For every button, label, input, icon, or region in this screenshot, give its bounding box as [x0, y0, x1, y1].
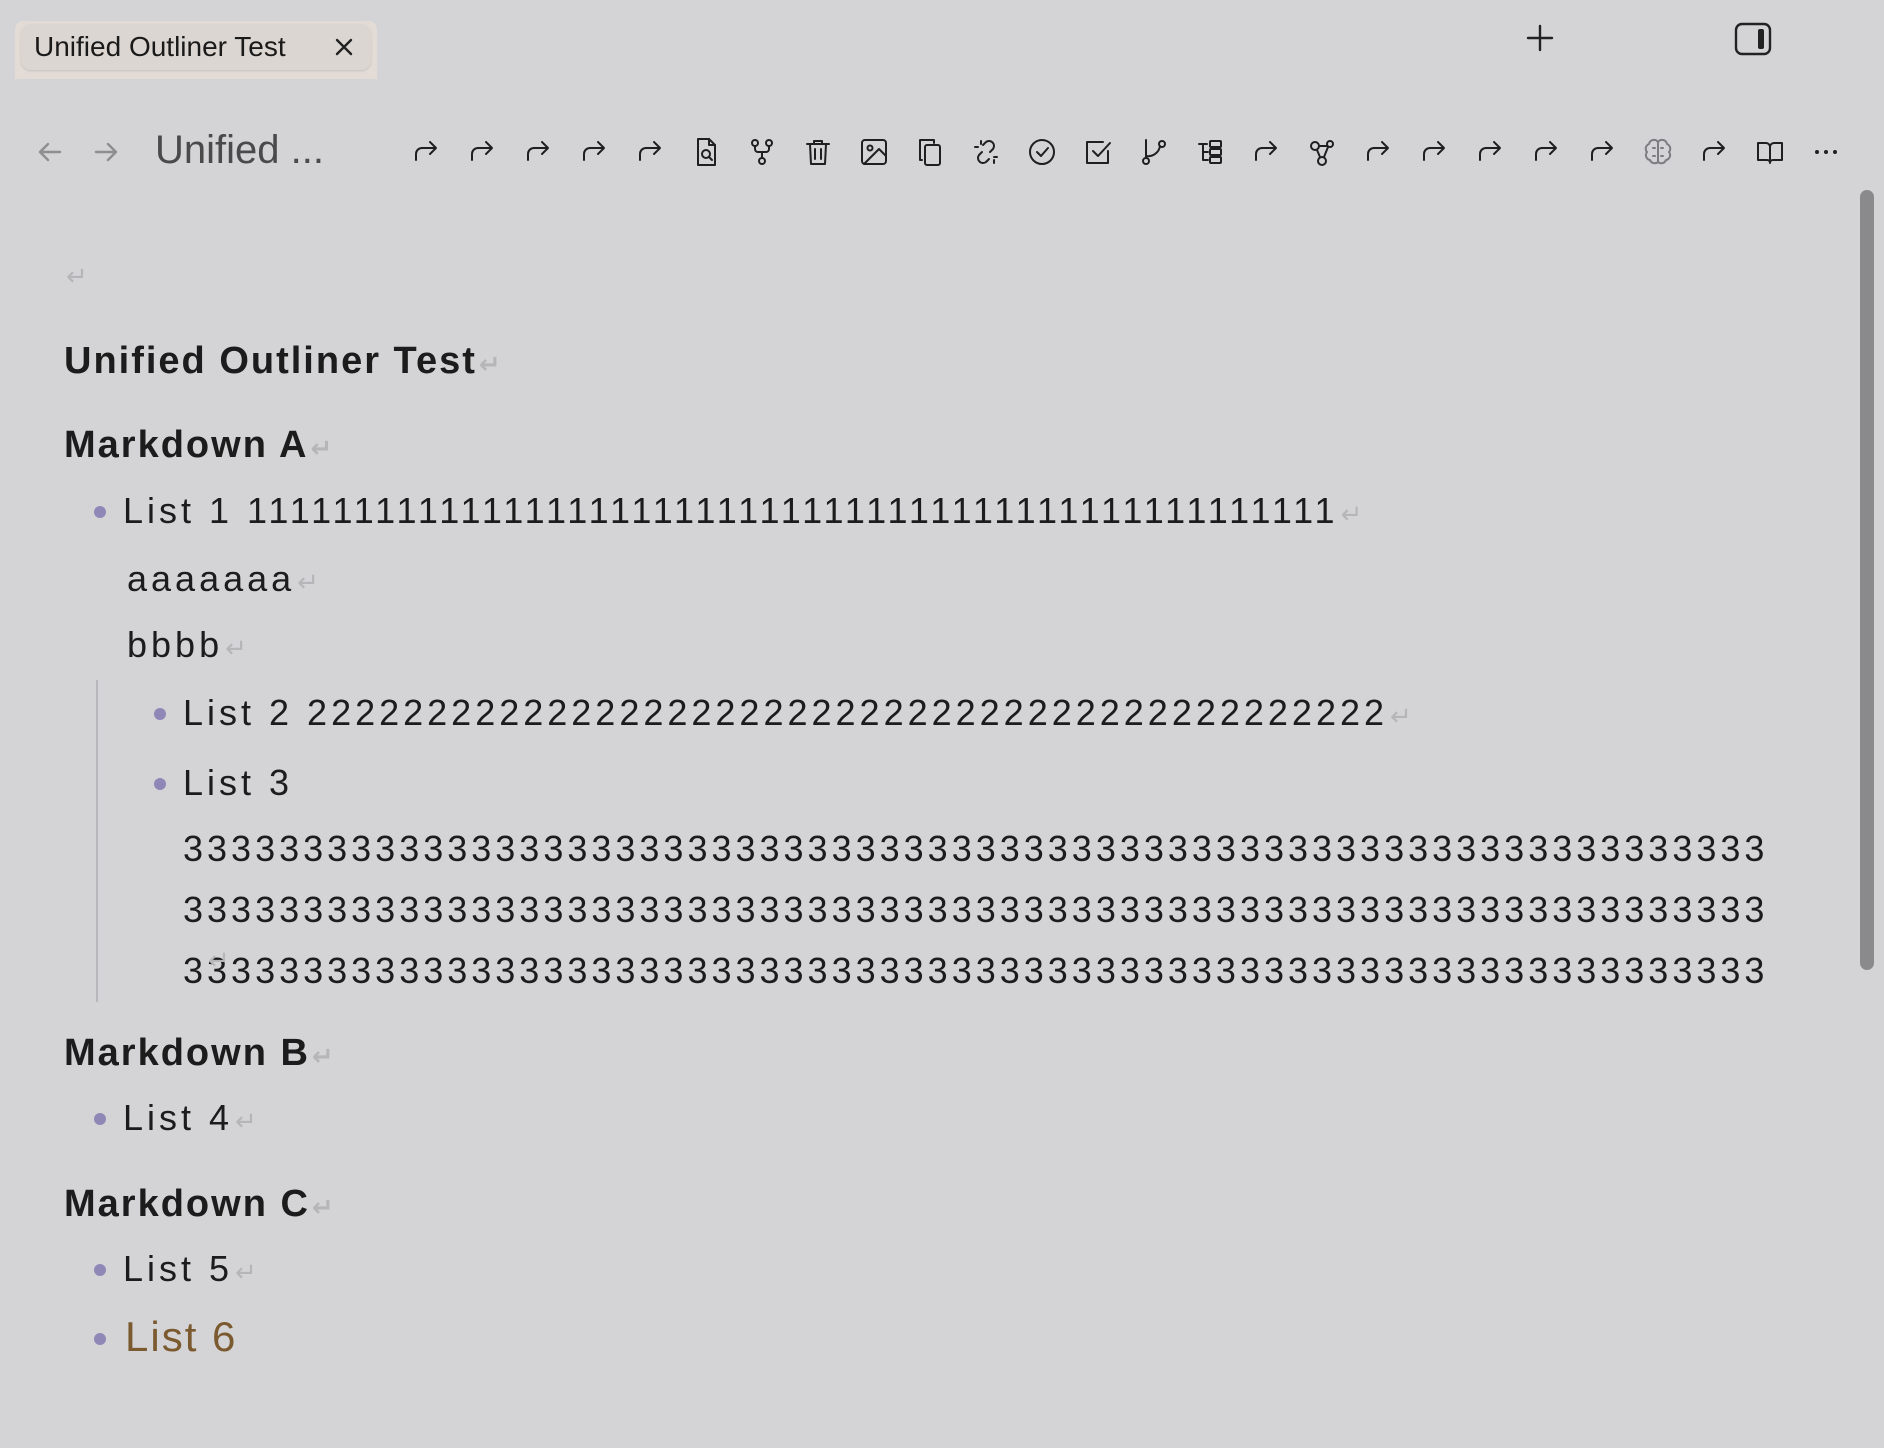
image-icon[interactable] [856, 134, 892, 170]
continuation-text: aaaaaaa [127, 558, 296, 599]
check-circle-icon[interactable] [1024, 134, 1060, 170]
return-symbol: ↵ [311, 1042, 336, 1072]
list-bullet[interactable] [94, 1333, 106, 1345]
list-item-text: 3333333333333333333333333333333333333333… [183, 828, 1769, 991]
copy-icon[interactable] [912, 134, 948, 170]
list-item-3-wrapped-text[interactable]: 3333333333333333333333333333333333333333… [183, 818, 1783, 1001]
heading-text: Markdown B [64, 1032, 310, 1074]
redo-icon[interactable] [1416, 134, 1452, 170]
scrollbar-thumb[interactable] [1860, 190, 1874, 970]
return-symbol: ↵ [225, 634, 251, 664]
plus-icon[interactable] [1524, 22, 1556, 54]
broken-link-icon[interactable] [968, 134, 1004, 170]
close-icon[interactable] [329, 32, 359, 62]
return-symbol: ↵ [235, 1258, 261, 1288]
redo-icon[interactable] [1584, 134, 1620, 170]
empty-line[interactable]: ↵ [64, 262, 88, 292]
return-symbol: ↵ [1340, 500, 1367, 530]
list-item-1[interactable]: List 1 111111111111111111111111111111111… [123, 490, 1366, 532]
list-bullet[interactable] [154, 708, 166, 720]
sidebar-toggle-icon[interactable] [1734, 22, 1772, 56]
tab-bar: Unified Outliner Test [0, 0, 1884, 80]
file-title[interactable]: Unified ... [155, 128, 324, 173]
return-symbol: ↵ [1390, 702, 1416, 732]
list-item-text: List 6 [125, 1313, 238, 1360]
title-text: Unified Outliner Test [64, 340, 477, 382]
return-symbol: ↵ [297, 568, 323, 598]
list-bullet[interactable] [94, 1264, 106, 1276]
list-item-6[interactable]: List 6 [125, 1313, 237, 1361]
heading-markdown-c[interactable]: Markdown C↵ [64, 1183, 336, 1226]
heading-text: Markdown A [64, 424, 309, 466]
more-icon[interactable] [1808, 134, 1844, 170]
list-item-text: List 2 222222222222222222222222222222222… [183, 692, 1389, 733]
heading-text: Markdown C [64, 1183, 310, 1225]
return-symbol: ↵ [310, 434, 335, 464]
heading-markdown-a[interactable]: Markdown A↵ [64, 424, 334, 467]
git-branch-icon[interactable] [1136, 134, 1172, 170]
list-bullet[interactable] [94, 1113, 106, 1125]
redo-icon[interactable] [464, 134, 500, 170]
redo-icon[interactable] [408, 134, 444, 170]
redo-icon[interactable] [1528, 134, 1564, 170]
tree-icon[interactable] [1192, 134, 1228, 170]
arrow-left-icon[interactable] [34, 136, 66, 168]
redo-icon[interactable] [520, 134, 556, 170]
check-square-icon[interactable] [1080, 134, 1116, 170]
list-bullet[interactable] [94, 506, 106, 518]
return-symbol: ↵ [478, 350, 503, 380]
redo-icon[interactable] [1472, 134, 1508, 170]
list-item-text: List 5 [123, 1248, 234, 1289]
redo-icon[interactable] [1696, 134, 1732, 170]
return-symbol: ↵ [235, 1107, 261, 1137]
trash-icon[interactable] [800, 134, 836, 170]
list-item-5[interactable]: List 5↵ [123, 1248, 261, 1290]
document-title[interactable]: Unified Outliner Test↵ [64, 340, 503, 383]
file-search-icon[interactable] [688, 134, 724, 170]
list-bullet[interactable] [154, 778, 166, 790]
return-symbol: ↵ [66, 262, 88, 292]
indent-guide[interactable] [96, 680, 98, 1002]
redo-icon[interactable] [1360, 134, 1396, 170]
list-item-text: List 1 111111111111111111111111111111111… [123, 490, 1339, 531]
book-open-icon[interactable] [1752, 134, 1788, 170]
arrow-right-icon[interactable] [90, 136, 122, 168]
list-item-3-end: ↵ [206, 946, 230, 976]
fork-icon[interactable] [744, 134, 780, 170]
continuation-text: bbbb [127, 624, 224, 665]
list-item-text: List 3 [183, 762, 294, 803]
heading-markdown-b[interactable]: Markdown B↵ [64, 1032, 336, 1075]
list-item-3[interactable]: List 3 [183, 762, 293, 804]
return-symbol: ↵ [208, 946, 230, 976]
redo-icon[interactable] [1248, 134, 1284, 170]
brain-icon[interactable] [1640, 134, 1676, 170]
tab-unified-outliner-test[interactable]: Unified Outliner Test [21, 24, 371, 70]
list-item-text: List 4 [123, 1097, 234, 1138]
list-item-4[interactable]: List 4↵ [123, 1097, 261, 1139]
list-continuation-line[interactable]: bbbb↵ [127, 624, 251, 666]
list-item-2[interactable]: List 2 222222222222222222222222222222222… [183, 692, 1416, 734]
tab-label: Unified Outliner Test [34, 31, 286, 62]
redo-icon[interactable] [632, 134, 668, 170]
graph-icon[interactable] [1304, 134, 1340, 170]
redo-icon[interactable] [576, 134, 612, 170]
return-symbol: ↵ [311, 1193, 336, 1223]
list-continuation-line[interactable]: aaaaaaa↵ [127, 558, 323, 600]
